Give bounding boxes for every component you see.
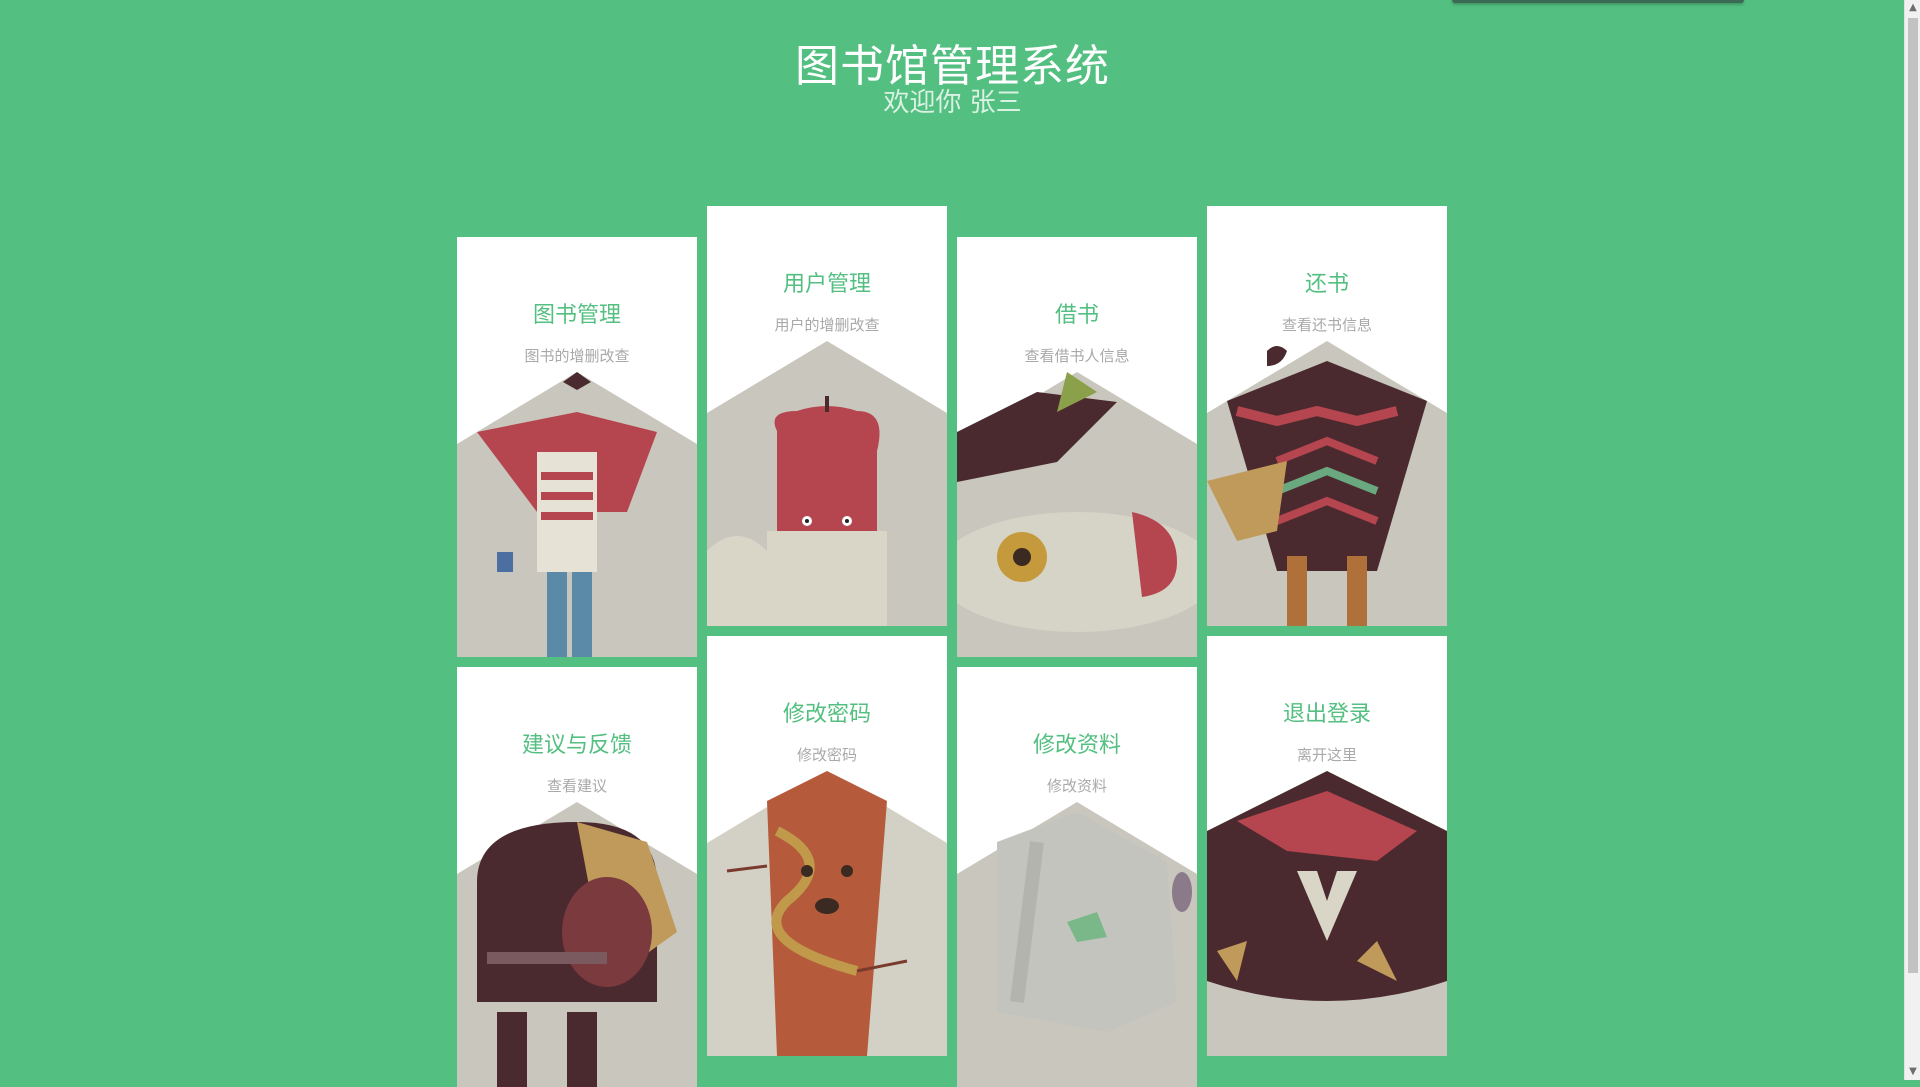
poncho-creature-illustration-icon xyxy=(1207,341,1447,626)
scrollbar-thumb[interactable] xyxy=(1908,18,1918,973)
zombie-illustration-icon xyxy=(457,372,697,657)
card-return-book[interactable]: 还书 查看还书信息 xyxy=(1207,206,1447,626)
scroll-up-icon[interactable]: ▲ xyxy=(1905,0,1920,16)
card-title: 用户管理 xyxy=(782,272,871,297)
nuclear-bomb-illustration-icon xyxy=(957,372,1197,657)
card-book-management[interactable]: 图书管理 图书的增删改查 xyxy=(457,237,697,657)
welcome-text: 欢迎你 张三 xyxy=(883,88,1022,118)
card-description: 修改密码 xyxy=(796,746,857,764)
card-change-password[interactable]: 修改密码 修改密码 xyxy=(707,636,947,1056)
card-title: 修改密码 xyxy=(782,702,871,727)
card-suggestion-feedback[interactable]: 建议与反馈 查看建议 xyxy=(457,667,697,1087)
apple-monster-illustration-icon xyxy=(707,341,947,626)
card-title: 借书 xyxy=(1054,303,1099,328)
card-edit-profile[interactable]: 修改资料 修改资料 xyxy=(957,667,1197,1087)
card-description: 离开这里 xyxy=(1296,746,1357,764)
card-description: 查看建议 xyxy=(546,777,607,795)
card-title: 还书 xyxy=(1304,272,1349,297)
card-description: 修改资料 xyxy=(1046,777,1107,795)
card-logout[interactable]: 退出登录 离开这里 xyxy=(1207,636,1447,1056)
card-description: 查看借书人信息 xyxy=(1024,347,1130,365)
card-borrow-book[interactable]: 借书 查看借书人信息 xyxy=(957,237,1197,657)
warrior-illustration-icon xyxy=(457,802,697,1087)
card-title: 退出登录 xyxy=(1282,702,1371,727)
scroll-down-icon[interactable]: ▼ xyxy=(1905,1064,1920,1080)
vertical-scrollbar[interactable]: ▲ ▼ xyxy=(1904,0,1920,1080)
card-title: 图书管理 xyxy=(532,303,621,328)
top-dropdown-edge xyxy=(1452,0,1744,3)
card-title: 建议与反馈 xyxy=(521,733,632,758)
card-user-management[interactable]: 用户管理 用户的增删改查 xyxy=(707,206,947,626)
card-title: 修改资料 xyxy=(1032,733,1121,758)
elephant-illustration-icon xyxy=(957,802,1197,1087)
card-description: 图书的增删改查 xyxy=(524,347,630,365)
tree-illustration-icon xyxy=(707,771,947,1056)
card-description: 用户的增删改查 xyxy=(774,316,880,334)
penguin-suit-illustration-icon xyxy=(1207,771,1447,1056)
card-description: 查看还书信息 xyxy=(1281,316,1372,334)
